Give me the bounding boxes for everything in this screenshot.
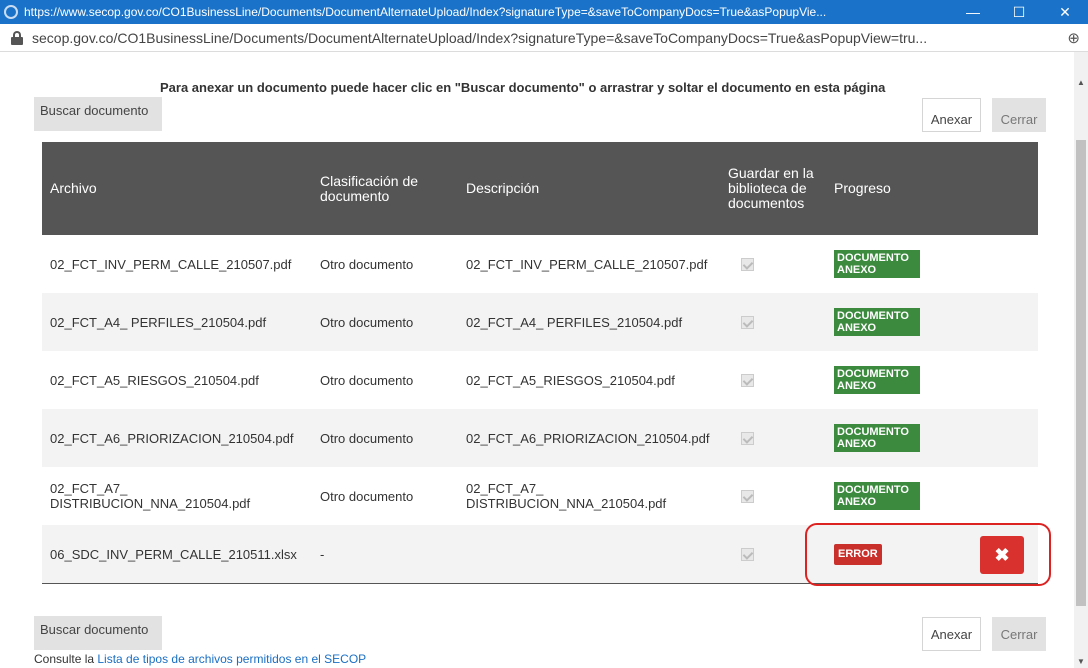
- header-save-library: Guardar en la biblioteca de documentos: [728, 165, 814, 211]
- save-library-checkbox[interactable]: [741, 257, 754, 271]
- maximize-button[interactable]: ☐: [996, 0, 1042, 24]
- file-name: 02_FCT_A7_ DISTRIBUCION_NNA_210504.pdf: [50, 481, 251, 511]
- table-row: 02_FCT_A7_ DISTRIBUCION_NNA_210504.pdf O…: [42, 467, 1038, 525]
- scroll-thumb[interactable]: [1076, 140, 1086, 606]
- header-file: Archivo: [50, 180, 97, 196]
- search-document-button-bottom[interactable]: Buscar documento: [34, 616, 162, 650]
- classification: Otro documento: [320, 430, 414, 446]
- description: [458, 525, 726, 583]
- vertical-scrollbar[interactable]: ▲ ▼: [1074, 52, 1088, 668]
- table-row: 02_FCT_A4_ PERFILES_210504.pdf Otro docu…: [42, 293, 1038, 351]
- status-badge: DOCUMENTO ANEXO: [834, 308, 920, 336]
- close-button-bottom[interactable]: Cerrar: [992, 617, 1046, 651]
- description: 02_FCT_A4_ PERFILES_210504.pdf: [466, 314, 683, 330]
- upload-instruction: Para anexar un documento puede hacer cli…: [160, 80, 886, 95]
- description: 02_FCT_INV_PERM_CALLE_210507.pdf: [466, 256, 708, 272]
- status-badge: DOCUMENTO ANEXO: [834, 424, 920, 452]
- description: 02_FCT_A7_ DISTRIBUCION_NNA_210504.pdf: [466, 481, 667, 511]
- page-content: Para anexar un documento puede hacer cli…: [0, 52, 1074, 668]
- table-row: 02_FCT_A6_PRIORIZACION_210504.pdf Otro d…: [42, 409, 1038, 467]
- minimize-button[interactable]: —: [950, 0, 996, 24]
- address-bar: secop.gov.co/CO1BusinessLine/Documents/D…: [0, 24, 1088, 52]
- header-progress: Progreso: [834, 180, 891, 196]
- allowed-file-types-link[interactable]: Lista de tipos de archivos permitidos en…: [97, 652, 366, 666]
- save-library-checkbox[interactable]: [741, 489, 754, 503]
- scroll-down-arrow-icon[interactable]: ▼: [1077, 657, 1085, 666]
- footer-prefix: Consulte la: [34, 652, 98, 666]
- save-library-checkbox[interactable]: [741, 373, 754, 387]
- search-document-button-top[interactable]: Buscar documento: [34, 97, 162, 131]
- site-favicon-icon: [4, 5, 18, 19]
- save-library-checkbox[interactable]: [741, 431, 754, 445]
- close-window-button[interactable]: ✕: [1042, 0, 1088, 24]
- documents-table: Archivo Clasificación de documento Descr…: [42, 142, 1038, 584]
- file-name: 06_SDC_INV_PERM_CALLE_210511.xlsx: [50, 546, 297, 562]
- classification: Otro documento: [320, 488, 414, 504]
- file-name: 02_FCT_A6_PRIORIZACION_210504.pdf: [50, 430, 294, 446]
- lock-icon[interactable]: [10, 30, 24, 45]
- footer-note: Consulte la Lista de tipos de archivos p…: [34, 652, 366, 666]
- header-description: Descripción: [466, 180, 540, 196]
- status-badge: DOCUMENTO ANEXO: [834, 482, 920, 510]
- window-titlebar: https://www.secop.gov.co/CO1BusinessLine…: [0, 0, 1088, 24]
- header-classification: Clasificación de documento: [320, 172, 419, 204]
- delete-document-button[interactable]: ✖: [980, 536, 1024, 574]
- table-row: 02_FCT_A5_RIESGOS_210504.pdf Otro docume…: [42, 351, 1038, 409]
- file-name: 02_FCT_INV_PERM_CALLE_210507.pdf: [50, 256, 292, 272]
- classification: Otro documento: [320, 314, 414, 330]
- description: 02_FCT_A6_PRIORIZACION_210504.pdf: [466, 430, 710, 446]
- file-name: 02_FCT_A4_ PERFILES_210504.pdf: [50, 314, 267, 330]
- table-header: Archivo Clasificación de documento Descr…: [42, 142, 1038, 235]
- scroll-up-arrow-icon[interactable]: ▲: [1077, 78, 1085, 87]
- status-badge: DOCUMENTO ANEXO: [834, 250, 920, 278]
- attach-button-top[interactable]: Anexar: [922, 98, 981, 132]
- file-name: 02_FCT_A5_RIESGOS_210504.pdf: [50, 372, 259, 388]
- window-controls: — ☐ ✕: [950, 0, 1088, 24]
- classification: -: [320, 546, 325, 562]
- status-badge: DOCUMENTO ANEXO: [834, 366, 920, 394]
- zoom-icon[interactable]: ⊕: [1067, 29, 1080, 47]
- classification: Otro documento: [320, 372, 414, 388]
- attach-button-bottom[interactable]: Anexar: [922, 617, 981, 651]
- close-button-top[interactable]: Cerrar: [992, 98, 1046, 132]
- save-library-checkbox[interactable]: [741, 547, 754, 561]
- table-row: 02_FCT_INV_PERM_CALLE_210507.pdf Otro do…: [42, 235, 1038, 293]
- url-text[interactable]: secop.gov.co/CO1BusinessLine/Documents/D…: [32, 30, 1052, 46]
- save-library-checkbox[interactable]: [741, 315, 754, 329]
- window-title: https://www.secop.gov.co/CO1BusinessLine…: [24, 5, 827, 19]
- description: 02_FCT_A5_RIESGOS_210504.pdf: [466, 372, 675, 388]
- classification: Otro documento: [320, 256, 414, 272]
